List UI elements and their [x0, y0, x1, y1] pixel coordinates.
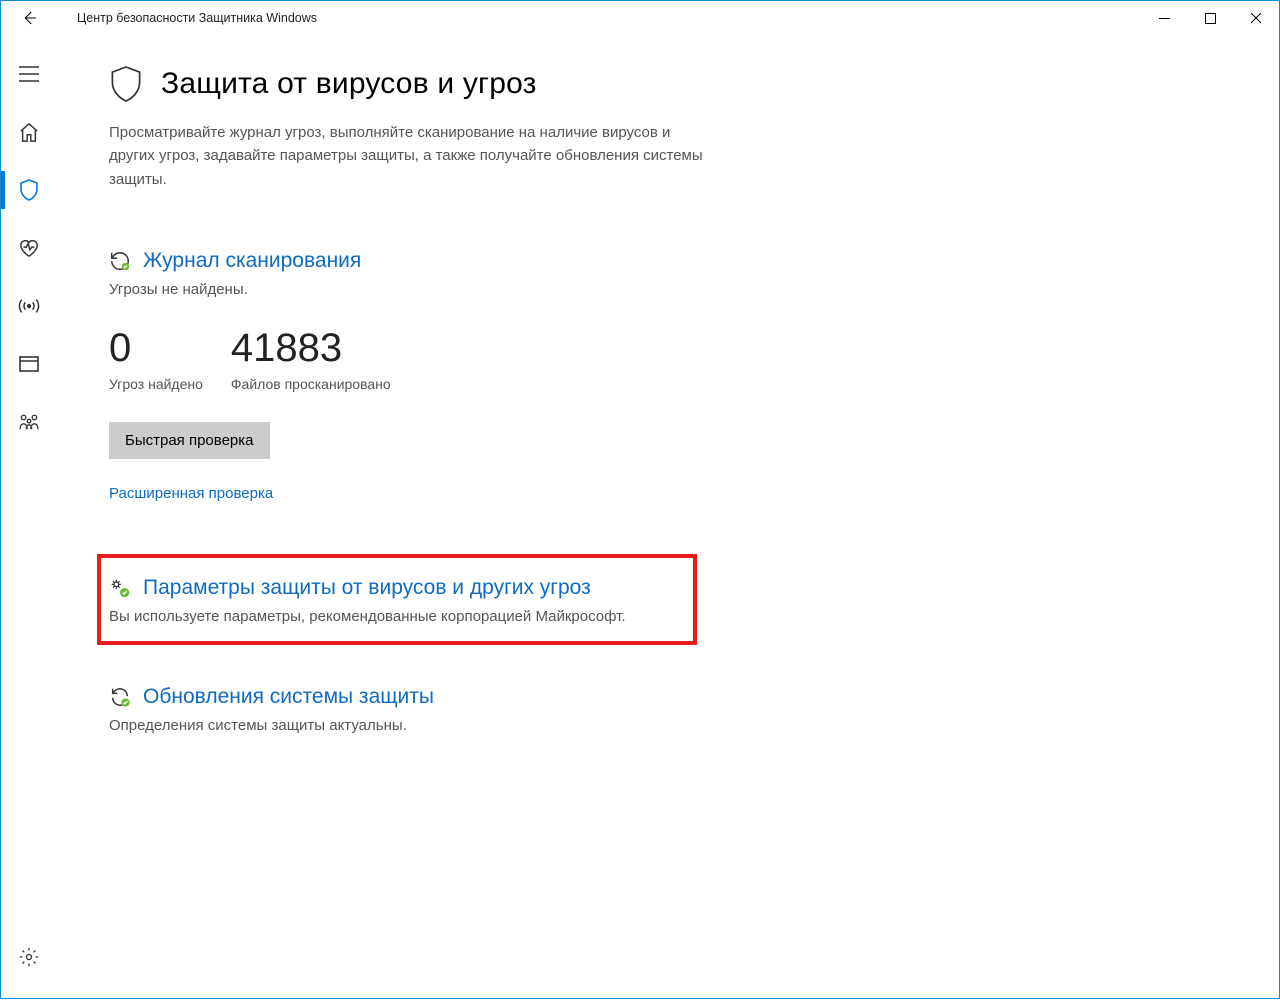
- protection-updates-heading[interactable]: Обновления системы защиты: [143, 685, 434, 709]
- page-description: Просматривайте журнал угроз, выполняйте …: [109, 121, 709, 191]
- protection-settings-status: Вы используете параметры, рекомендованны…: [109, 608, 629, 625]
- window-controls: [1141, 1, 1279, 35]
- stat-files: 41883 Файлов просканировано: [231, 326, 391, 392]
- scan-stats: 0 Угроз найдено 41883 Файлов просканиров…: [109, 326, 1219, 392]
- nav-firewall[interactable]: [1, 281, 57, 331]
- protection-settings-section: Параметры защиты от вирусов и других угр…: [97, 554, 697, 645]
- stat-threats: 0 Угроз найдено: [109, 326, 203, 392]
- files-count: 41883: [231, 326, 391, 370]
- page-title: Защита от вирусов и угроз: [161, 67, 537, 101]
- main-content: Защита от вирусов и угроз Просматривайте…: [57, 35, 1279, 1000]
- gear-icon: [19, 947, 39, 967]
- nav-settings[interactable]: [1, 932, 57, 982]
- scan-history-section: Журнал сканирования Угрозы не найдены. 0…: [109, 249, 1219, 502]
- heart-icon: [18, 238, 40, 258]
- shield-icon: [19, 179, 39, 201]
- antenna-icon: [18, 296, 40, 316]
- back-button[interactable]: [5, 1, 53, 35]
- maximize-icon: [1205, 13, 1216, 24]
- scan-history-heading[interactable]: Журнал сканирования: [143, 249, 361, 273]
- maximize-button[interactable]: [1187, 1, 1233, 35]
- history-icon: [109, 250, 131, 272]
- protection-updates-status: Определения системы защиты актуальны.: [109, 717, 1219, 734]
- family-icon: [17, 413, 41, 431]
- window-icon: [19, 356, 39, 372]
- minimize-button[interactable]: [1141, 1, 1187, 35]
- files-label: Файлов просканировано: [231, 376, 391, 392]
- window-title: Центр безопасности Защитника Windows: [77, 11, 317, 25]
- settings-status-icon: [109, 577, 131, 599]
- threats-label: Угроз найдено: [109, 376, 203, 392]
- minimize-icon: [1159, 13, 1170, 24]
- protection-settings-heading[interactable]: Параметры защиты от вирусов и других угр…: [143, 576, 591, 600]
- nav-home[interactable]: [1, 107, 57, 157]
- close-button[interactable]: [1233, 1, 1279, 35]
- quick-scan-button[interactable]: Быстрая проверка: [109, 422, 270, 459]
- threats-count: 0: [109, 326, 203, 370]
- titlebar: Центр безопасности Защитника Windows: [1, 1, 1279, 35]
- sidebar: [1, 35, 57, 1000]
- shield-large-icon: [109, 65, 143, 103]
- nav-app-browser-control[interactable]: [1, 339, 57, 389]
- close-icon: [1250, 12, 1262, 24]
- page-header: Защита от вирусов и угроз: [109, 65, 1219, 103]
- advanced-scan-link[interactable]: Расширенная проверка: [109, 485, 1219, 502]
- nav-menu-toggle[interactable]: [1, 49, 57, 99]
- refresh-status-icon: [109, 686, 131, 708]
- protection-updates-section: Обновления системы защиты Определения си…: [109, 685, 1219, 734]
- hamburger-icon: [19, 66, 39, 82]
- nav-device-performance[interactable]: [1, 223, 57, 273]
- scan-status: Угрозы не найдены.: [109, 281, 1219, 298]
- home-icon: [18, 122, 40, 142]
- arrow-left-icon: [20, 9, 38, 27]
- nav-virus-protection[interactable]: [1, 165, 57, 215]
- nav-family-options[interactable]: [1, 397, 57, 447]
